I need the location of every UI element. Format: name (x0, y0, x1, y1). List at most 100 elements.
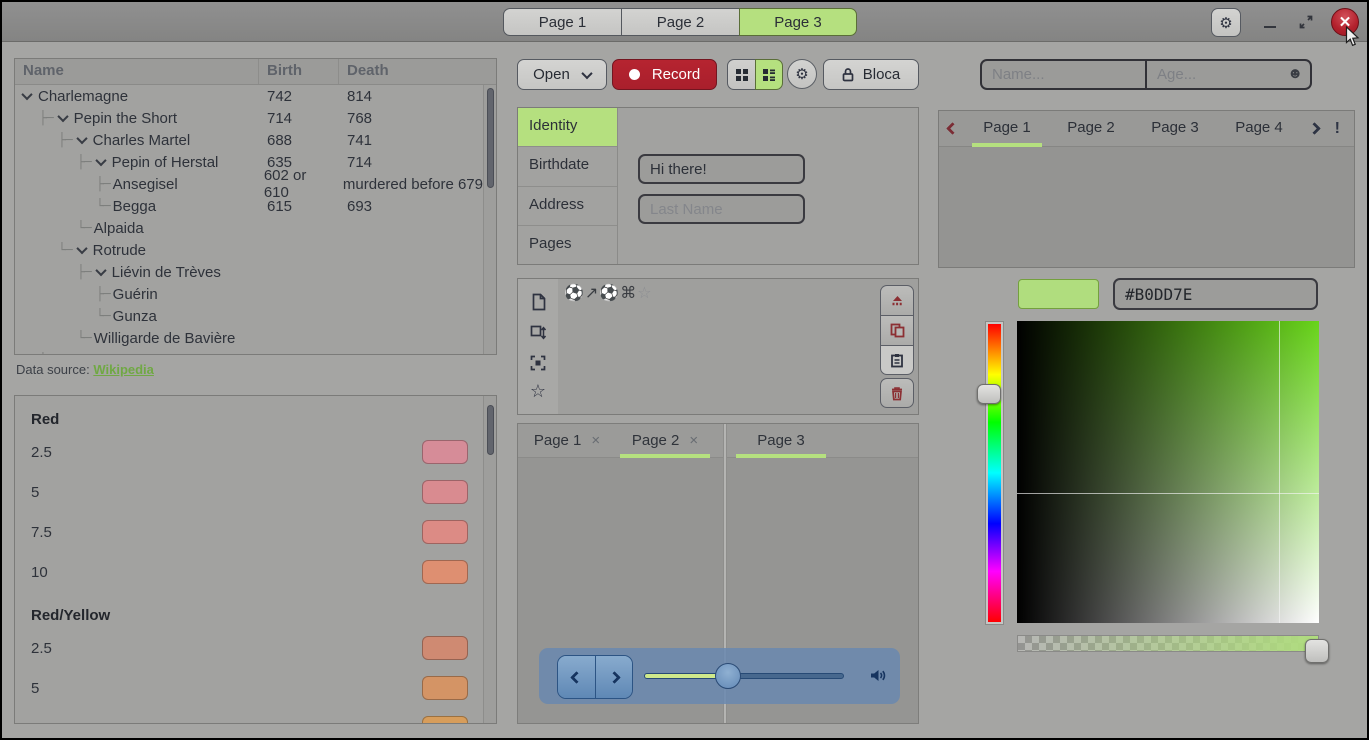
notebook-tab[interactable]: Page 3 (1133, 111, 1217, 147)
textview-content[interactable]: ⚽↗⚽⌘☆ (564, 283, 653, 303)
saturation-value-plane[interactable] (1017, 321, 1319, 623)
list-item[interactable]: 7.5 (15, 708, 483, 723)
tree-line: └─ (96, 199, 110, 214)
form-tab-birthdate[interactable]: Birthdate (518, 147, 617, 186)
text-view-panel[interactable]: ☆ ⚽↗⚽⌘☆ (517, 278, 919, 415)
column-header-death[interactable]: Death (339, 59, 496, 84)
copy-button[interactable] (880, 315, 914, 345)
list-item[interactable]: 2.5 (15, 628, 483, 668)
last-name-input[interactable] (638, 194, 805, 224)
tree-row[interactable]: Charlemagne742814 (15, 85, 483, 107)
next-button[interactable] (595, 656, 632, 698)
expander-icon[interactable] (95, 155, 106, 166)
close-tab-icon[interactable]: × (591, 432, 600, 449)
list-view-button[interactable] (755, 59, 783, 90)
tree-row-death: 768 (339, 110, 483, 127)
delete-button[interactable] (880, 378, 914, 408)
right-notebook: Page 1Page 2Page 3Page 4 ! (938, 110, 1355, 268)
expander-icon[interactable] (76, 243, 87, 254)
open-button[interactable]: Open (517, 59, 607, 90)
settings-gear-button[interactable]: ⚙ (1211, 8, 1241, 37)
expander-icon[interactable] (21, 89, 32, 100)
hex-color-input[interactable] (1113, 278, 1318, 310)
new-document-icon[interactable] (531, 293, 546, 311)
notebook-tab[interactable]: Page 1 (965, 111, 1049, 147)
previous-button[interactable] (558, 656, 595, 698)
tree-row[interactable]: └─Willigarde de Bavière (15, 327, 483, 349)
notebook-tab[interactable]: Page 2 (1049, 111, 1133, 147)
record-button[interactable]: Record (612, 59, 717, 90)
seek-slider-handle[interactable] (715, 663, 741, 689)
paste-button[interactable] (880, 345, 914, 375)
tree-row[interactable]: ├─Guérin (15, 283, 483, 305)
tree-row[interactable]: └─Begga615693 (15, 195, 483, 217)
notebook-tab-label: Page 2 (632, 432, 680, 449)
expander-icon[interactable] (76, 133, 87, 144)
tree-row[interactable]: ├─Ansegisel602 or 610murdered before 679 (15, 173, 483, 195)
eject-button[interactable] (880, 285, 914, 315)
form-tab-address[interactable]: Address (518, 187, 617, 226)
selected-color-swatch[interactable] (1018, 279, 1099, 309)
header-page-button[interactable]: Page 3 (739, 8, 857, 36)
tab-scroll-back-button[interactable] (939, 124, 965, 133)
tree-row[interactable]: ├─Pepin of Herstal635714 (15, 151, 483, 173)
scrollbar-thumb[interactable] (487, 88, 494, 188)
move-resize-icon[interactable] (530, 325, 546, 341)
alpha-slider[interactable] (1017, 635, 1319, 652)
tree-row[interactable]: └─Gunza (15, 305, 483, 327)
wikipedia-link[interactable]: Wikipedia (93, 362, 154, 377)
lock-button[interactable]: Bloca (823, 59, 919, 90)
list-item[interactable]: 5 (15, 668, 483, 708)
tools-gear-button[interactable]: ⚙ (787, 59, 817, 89)
list-item-label: 5 (31, 484, 422, 501)
header-page-button[interactable]: Page 1 (503, 8, 621, 36)
restore-button[interactable] (1297, 12, 1317, 32)
trash-icon (890, 386, 904, 401)
scrollbar-thumb[interactable] (487, 405, 494, 455)
emoji-picker-icon[interactable]: ☻ (1287, 65, 1303, 82)
tree-row-death: 714 (339, 154, 483, 171)
form-tab-identity[interactable]: Identity (518, 108, 617, 147)
hue-slider[interactable] (985, 321, 1004, 625)
list-item[interactable]: 10 (15, 552, 483, 592)
form-tab-pages[interactable]: Pages (518, 226, 617, 264)
list-item[interactable]: 5 (15, 472, 483, 512)
expander-icon[interactable] (95, 265, 106, 276)
close-tab-icon[interactable]: × (689, 432, 698, 449)
expander-icon[interactable] (57, 111, 68, 122)
tree-row[interactable]: ├─Pepin the Short714768 (15, 107, 483, 129)
hue-slider-handle[interactable] (977, 384, 1001, 404)
tree-row[interactable]: ├─Charles Martel688741 (15, 129, 483, 151)
tree-line: ├─ (39, 111, 53, 126)
notebook-tab[interactable]: Page 3 (732, 424, 830, 457)
column-header-name[interactable]: Name (15, 59, 259, 84)
name-input[interactable] (980, 59, 1146, 90)
focus-icon[interactable] (530, 355, 546, 371)
tab-overflow-indicator[interactable]: ! (1335, 120, 1340, 138)
tree-row[interactable]: └─Alpaida (15, 217, 483, 239)
column-header-birth[interactable]: Birth (259, 59, 339, 84)
tree-row[interactable]: ├─Liévin de Trèves (15, 261, 483, 283)
list-scrollbar[interactable] (483, 396, 496, 723)
headerbar: Page 1Page 2Page 3 ⚙ ✕ (2, 2, 1367, 42)
color-swatch (422, 440, 468, 464)
header-page-button[interactable]: Page 2 (621, 8, 739, 36)
tree-scrollbar[interactable] (483, 85, 496, 354)
colored-list-panel: Red2.557.510Red/Yellow2.557.5 (14, 395, 497, 724)
tree-row[interactable]: └─Rotrude (15, 239, 483, 261)
tree-row[interactable]: ├─Bertrade of Laon710783 (15, 349, 483, 354)
notebook-tab[interactable]: Page 2 × (616, 424, 714, 457)
notebook-tab[interactable]: Page 1× (518, 424, 616, 457)
list-item[interactable]: 2.5 (15, 432, 483, 472)
list-item[interactable]: 7.5 (15, 512, 483, 552)
minimize-button[interactable] (1259, 11, 1281, 33)
volume-button[interactable] (869, 667, 888, 684)
star-icon[interactable]: ☆ (518, 381, 558, 402)
grid-view-button[interactable] (727, 59, 755, 90)
seek-slider[interactable] (644, 673, 844, 679)
tab-scroll-forward-button[interactable] (1301, 124, 1327, 133)
close-button[interactable]: ✕ (1331, 8, 1359, 36)
notebook-tab[interactable]: Page 4 (1217, 111, 1301, 147)
first-name-input[interactable] (638, 154, 805, 184)
alpha-slider-handle[interactable] (1305, 639, 1329, 663)
